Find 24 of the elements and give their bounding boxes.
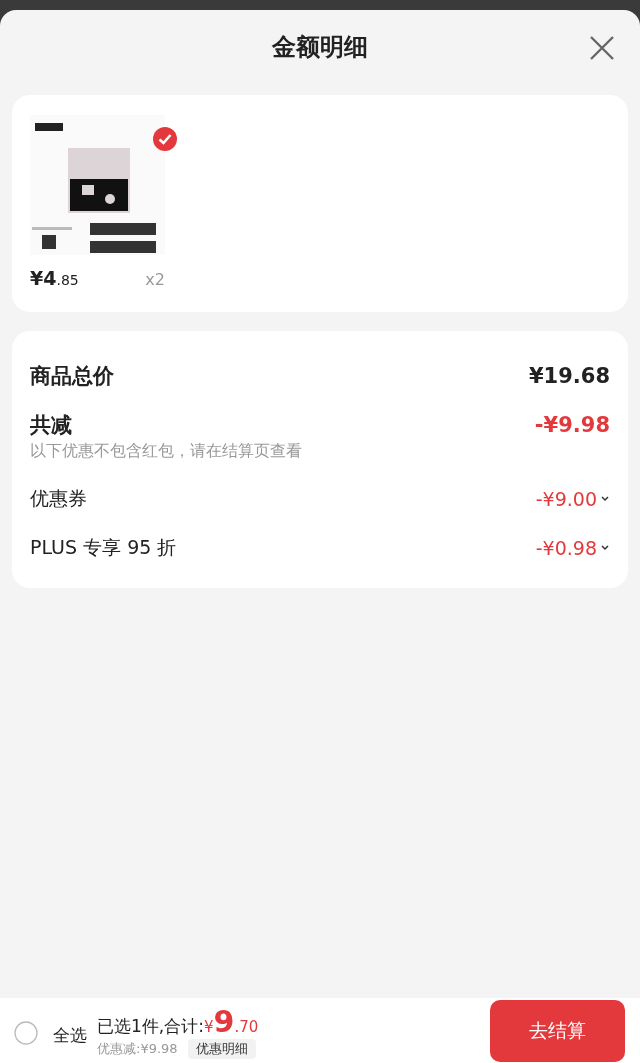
chevron-down-icon[interactable] bbox=[600, 494, 610, 503]
quantity-label: x2 bbox=[145, 270, 165, 289]
discount-detail-button[interactable]: 优惠明细 bbox=[187, 1039, 256, 1059]
note-text: 以下优惠不包含红包，请在结算页查看 bbox=[30, 441, 303, 462]
row-label: 优惠券 bbox=[30, 485, 87, 511]
sheet-title: 金额明细 bbox=[272, 32, 368, 63]
close-button[interactable] bbox=[588, 34, 616, 62]
amount-label: -¥9.00 bbox=[535, 487, 597, 510]
price-label: ¥4.85 bbox=[30, 267, 79, 289]
radio-button-icon[interactable] bbox=[14, 1021, 38, 1045]
amount-label: ¥19.68 bbox=[528, 363, 610, 388]
close-icon bbox=[588, 34, 616, 62]
row-label: 商品总价 bbox=[30, 362, 114, 390]
total-price: ¥9.70 bbox=[203, 1004, 259, 1039]
amount-label: -¥0.98 bbox=[535, 536, 597, 559]
row-label: 共减 bbox=[30, 411, 72, 439]
savings-label: 优惠减:¥9.98 bbox=[97, 1040, 178, 1058]
chevron-down-icon[interactable] bbox=[600, 543, 610, 552]
selected-count-label: 已选1件,合计: bbox=[97, 1015, 204, 1038]
select-all-label[interactable]: 全选 bbox=[53, 1024, 87, 1047]
row-label: PLUS 专享 95 折 bbox=[30, 534, 177, 560]
checkmark-icon[interactable] bbox=[153, 127, 177, 151]
amount-label: -¥9.98 bbox=[534, 412, 610, 437]
checkout-button[interactable]: 去结算 bbox=[490, 1000, 625, 1062]
